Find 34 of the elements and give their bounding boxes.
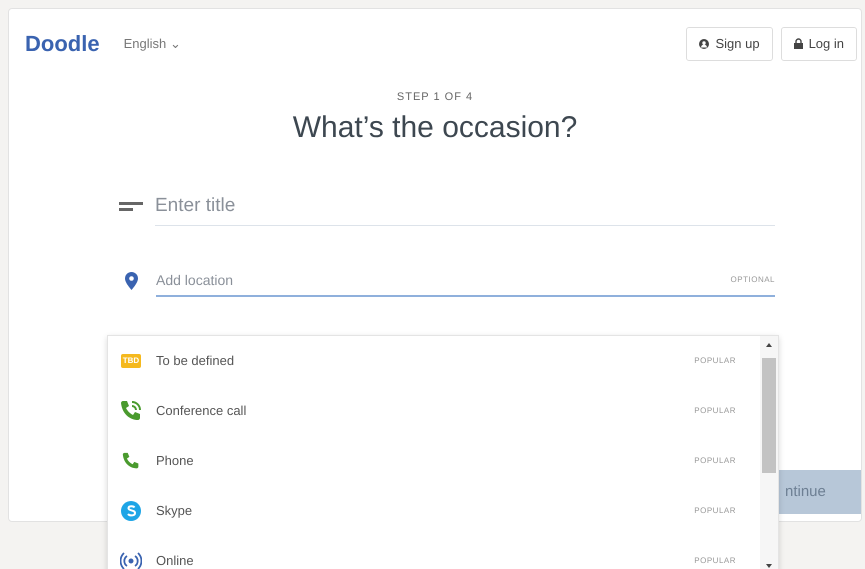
popular-tag: POPULAR: [694, 355, 736, 367]
text-lines-icon: [119, 202, 143, 212]
user-icon: [699, 38, 710, 49]
option-label: Online: [156, 552, 195, 569]
location-option[interactable]: Skype POPULAR: [108, 486, 760, 536]
skype-icon: [120, 500, 142, 522]
page-heading: What’s the occasion?: [292, 110, 578, 146]
optional-label: OPTIONAL: [730, 274, 775, 286]
option-label: Conference call: [156, 402, 248, 420]
location-option[interactable]: Phone POPULAR: [108, 436, 760, 486]
lock-icon: [794, 38, 803, 50]
location-option[interactable]: Online POPULAR: [108, 536, 760, 569]
scrollbar[interactable]: [760, 336, 778, 569]
popular-tag: POPULAR: [694, 405, 736, 417]
login-button[interactable]: Log in: [780, 27, 857, 60]
popular-tag: POPULAR: [694, 505, 736, 517]
popular-tag: POPULAR: [694, 455, 736, 467]
step-label: STEP 1 OF 4: [396, 90, 474, 104]
location-pin-icon: [125, 272, 138, 290]
broadcast-icon: [120, 552, 142, 569]
conference-phone-icon: [120, 400, 142, 422]
location-input[interactable]: Add location: [156, 266, 731, 294]
location-option[interactable]: TBD To be defined POPULAR: [108, 336, 760, 386]
logo: Doodle: [25, 30, 100, 58]
title-input[interactable]: Enter title: [155, 188, 775, 226]
phone-icon: [122, 452, 140, 470]
location-option[interactable]: Conference call POPULAR: [108, 386, 760, 436]
signup-button[interactable]: Sign up: [686, 27, 773, 60]
option-label: Phone: [156, 452, 195, 470]
tbd-badge: TBD: [120, 354, 142, 368]
option-label: To be defined: [156, 352, 236, 370]
language-selector[interactable]: English ⌄: [124, 34, 181, 54]
option-label: Skype: [156, 502, 194, 520]
popular-tag: POPULAR: [694, 555, 736, 567]
